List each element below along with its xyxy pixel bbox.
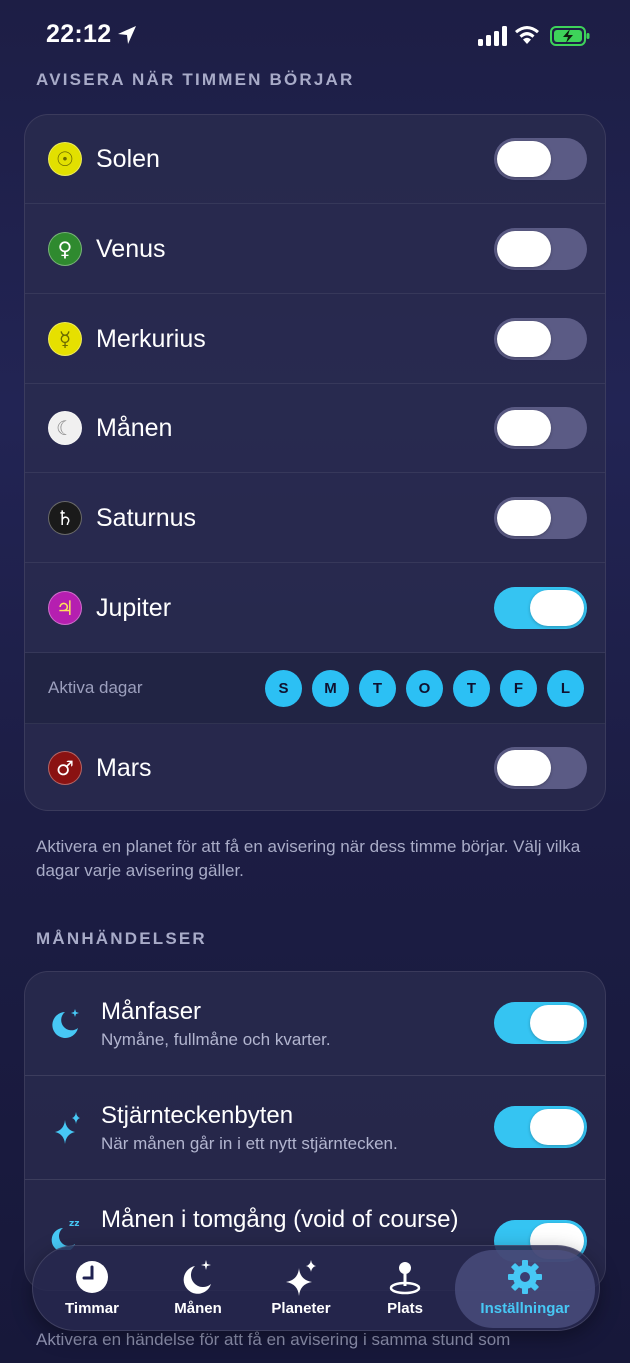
battery-charging-icon [550,26,590,46]
moon-event-title: Månen i tomgång (void of course) [101,1206,459,1233]
planet-label: Mars [96,754,152,782]
saturn-symbol-icon: ♄ [48,501,82,535]
toggle-knob [497,410,551,446]
toggle-mars[interactable] [494,747,587,789]
toggle-knob [497,500,551,536]
moon-symbol-icon: ☾ [48,411,82,445]
planet-label: Månen [96,414,173,442]
tab-label: Månen [174,1300,222,1317]
day-chip-friday[interactable]: F [500,670,537,707]
planet-label: Jupiter [96,594,172,622]
toggle-knob [530,590,584,626]
tab-bar: Timmar Månen Planeter Plats Inställninga… [32,1245,600,1331]
active-days-label: Aktiva dagar [48,678,143,697]
mercury-symbol-icon: ☿ [48,322,82,356]
toggle-knob [497,321,551,357]
planet-row-merkurius: ☿ Merkurius [25,294,605,384]
planet-notification-card: ☉ Solen ♀ Venus ☿ Merkurius ☾ Månen ♄ Sa… [24,114,606,811]
cellular-signal-icon [478,26,507,46]
location-arrow-icon [118,26,136,44]
moon-event-title: Månfaser [101,998,202,1025]
day-chip-wednesday[interactable]: O [406,670,443,707]
moon-phase-icon [52,1009,79,1038]
moon-footnote-partial: Aktivera en händelse för att få en avise… [36,1330,511,1349]
toggle-knob [497,750,551,786]
tab-planeter[interactable]: Planeter [251,1246,351,1332]
day-chip-tuesday[interactable]: T [359,670,396,707]
toggle-manen[interactable] [494,407,587,449]
planet-row-manen: ☾ Månen [25,384,605,473]
status-bar: 22:12 [0,0,630,70]
moon-event-subtitle: När månen går in i ett nytt stjärntecken… [101,1134,398,1153]
moon-stars-icon [183,1260,211,1294]
planet-label: Venus [96,235,166,263]
tab-installningar[interactable]: Inställningar [455,1250,595,1328]
planet-label: Merkurius [96,325,206,353]
gear-icon [508,1260,542,1294]
day-chip-saturday[interactable]: L [547,670,584,707]
toggle-saturnus[interactable] [494,497,587,539]
sun-symbol-icon: ☉ [48,142,82,176]
location-pin-icon [389,1262,421,1295]
active-days-row: Aktiva dagar S M T O T F L [25,653,605,724]
toggle-knob [530,1109,584,1145]
status-time: 22:12 [46,20,112,48]
day-chip-sunday[interactable]: S [265,670,302,707]
planet-row-saturnus: ♄ Saturnus [25,473,605,563]
planet-label: Saturnus [96,504,197,532]
tab-timmar[interactable]: Timmar [33,1246,151,1332]
day-chip-thursday[interactable]: T [453,670,490,707]
sparkles-icon [55,1112,80,1144]
toggle-jupiter[interactable] [494,587,587,629]
venus-symbol-icon: ♀ [48,232,82,266]
toggle-venus[interactable] [494,228,587,270]
moon-event-row-sign-changes: Stjärnteckenbyten När månen går in i ett… [25,1076,605,1180]
sparkles-icon [286,1260,316,1296]
planet-row-venus: ♀ Venus [25,204,605,294]
tab-label: Timmar [65,1300,119,1317]
day-chip-monday[interactable]: M [312,670,349,707]
section-header-notify: AVISERA NÄR TIMMEN BÖRJAR [36,70,355,89]
planet-row-solen: ☉ Solen [25,115,605,204]
toggle-knob [497,141,551,177]
mars-symbol-icon: ♂ [48,751,82,785]
svg-text:zz: zz [69,1219,79,1229]
toggle-merkurius[interactable] [494,318,587,360]
toggle-knob [497,231,551,267]
moon-event-title: Stjärnteckenbyten [101,1102,294,1129]
notify-footnote: Aktivera en planet för att få en aviseri… [36,837,581,880]
planet-row-jupiter: ♃ Jupiter [25,563,605,653]
tab-label: Inställningar [480,1300,570,1317]
moon-event-subtitle: Nymåne, fullmåne och kvarter. [101,1030,331,1049]
tab-label: Planeter [271,1300,331,1317]
planet-label: Solen [96,145,160,173]
tab-manen[interactable]: Månen [143,1246,253,1332]
clock-icon [76,1261,108,1293]
wifi-icon [515,26,539,44]
toggle-knob [530,1005,584,1041]
toggle-solen[interactable] [494,138,587,180]
toggle-sign-changes[interactable] [494,1106,587,1148]
section-header-moon-events: MÅNHÄNDELSER [36,929,207,948]
moon-events-card: Månfaser Nymåne, fullmåne och kvarter. S… [24,971,606,1291]
planet-row-mars: ♂ Mars [25,724,605,810]
moon-event-row-phases: Månfaser Nymåne, fullmåne och kvarter. [25,972,605,1076]
tab-label: Plats [387,1300,423,1317]
jupiter-symbol-icon: ♃ [48,591,82,625]
tab-plats[interactable]: Plats [355,1246,455,1332]
toggle-moon-phases[interactable] [494,1002,587,1044]
